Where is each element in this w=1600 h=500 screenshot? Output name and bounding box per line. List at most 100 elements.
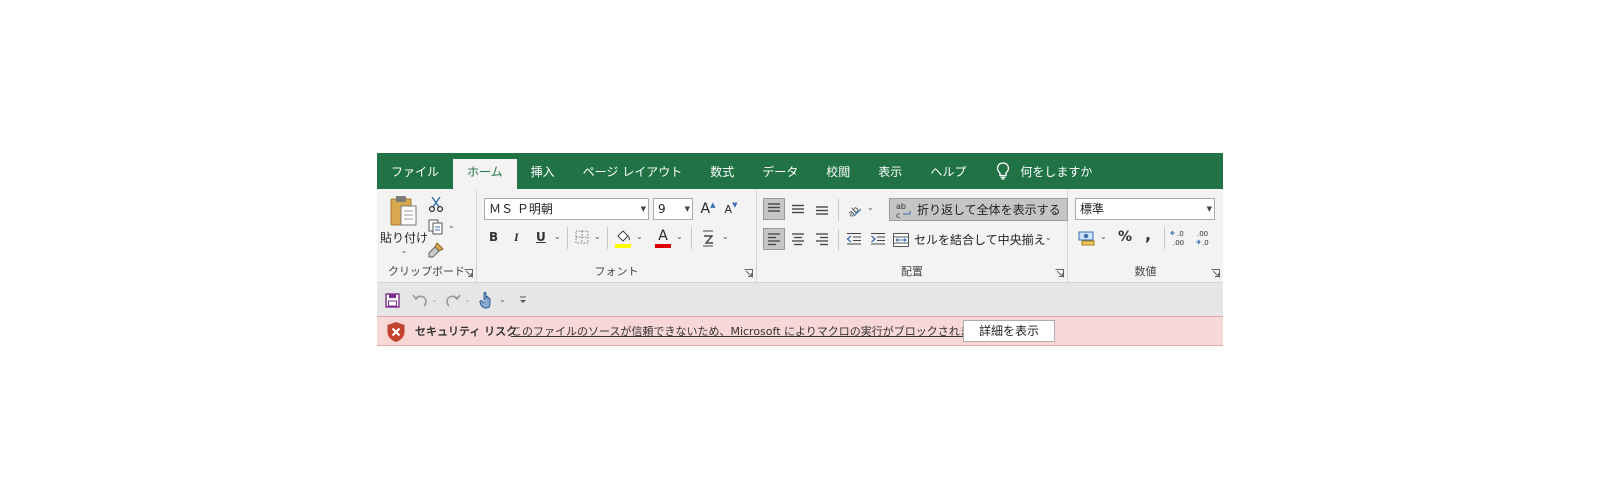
paste-button[interactable]: 貼り付け ⌄ <box>380 195 428 257</box>
accounting-dropdown-icon[interactable]: ⌄ <box>1100 232 1107 241</box>
orientation-button[interactable]: ab <box>844 198 864 220</box>
align-right-icon <box>816 233 828 246</box>
orientation-dropdown-icon[interactable]: ⌄ <box>867 203 874 212</box>
quick-access-toolbar: ⌄ ⌄ ⌄ <box>377 283 1223 316</box>
accounting-format-button[interactable] <box>1077 229 1097 247</box>
borders-button[interactable] <box>574 229 590 245</box>
redo-icon <box>446 294 461 307</box>
wrap-text-button[interactable]: ab c 折り返して全体を表示する <box>889 198 1068 221</box>
format-painter-button[interactable] <box>427 241 445 259</box>
customize-toolbar-icon <box>520 296 526 303</box>
phonetic-guide-button[interactable] <box>699 228 717 248</box>
tab-view[interactable]: 表示 <box>864 153 916 189</box>
number-dialog-launcher-icon[interactable] <box>1211 269 1220 278</box>
touch-mouse-mode-button[interactable] <box>477 290 495 310</box>
increase-indent-button[interactable] <box>867 228 889 250</box>
decrease-decimal-button[interactable]: .00 .0 <box>1193 227 1215 249</box>
tab-review[interactable]: 校閲 <box>812 153 864 189</box>
number-group-label: 数値 <box>1134 265 1157 278</box>
tab-home[interactable]: ホーム <box>453 159 517 189</box>
align-right-button[interactable] <box>811 228 833 250</box>
svg-text:.00: .00 <box>1197 230 1208 238</box>
ribbon: 貼り付け ⌄ ⌄ クリップボード ＭＳ Ｐ明朝 ▼ 9 ▼ A ▲ A ▼ B … <box>377 189 1223 283</box>
tab-page-layout[interactable]: ページ レイアウト <box>569 153 697 189</box>
touch-hand-icon <box>479 291 491 309</box>
font-size-value: 9 <box>658 202 666 216</box>
align-bottom-button[interactable] <box>811 198 833 220</box>
alignment-dialog-launcher-icon[interactable] <box>1055 269 1064 278</box>
increase-font-size-button[interactable]: A ▲ <box>697 200 719 218</box>
decrease-font-size-button[interactable]: A ▼ <box>720 200 742 218</box>
svg-text:.0: .0 <box>1177 230 1184 238</box>
comma-style-button[interactable]: , <box>1145 225 1151 244</box>
tab-insert[interactable]: 挿入 <box>517 153 569 189</box>
excel-window: ファイル ホーム 挿入 ページ レイアウト 数式 データ 校閲 表示 ヘルプ 何… <box>377 153 1223 346</box>
tab-data[interactable]: データ <box>748 153 812 189</box>
clipboard-group: 貼り付け ⌄ ⌄ クリップボード <box>377 189 477 282</box>
tell-me-search[interactable]: 何をしますか <box>980 153 1106 189</box>
separator <box>567 227 568 249</box>
increase-font-size-glyph: A <box>700 201 711 217</box>
font-name-combo[interactable]: ＭＳ Ｐ明朝 ▼ <box>484 198 649 220</box>
customize-qat-button[interactable] <box>517 292 529 308</box>
font-name-value: ＭＳ Ｐ明朝 <box>489 202 553 216</box>
increase-decimal-button[interactable]: .0 .00 <box>1169 227 1191 249</box>
security-warning-bar: セキュリティ リスク このファイルのソースが信頼できないため、Microsoft… <box>377 316 1223 346</box>
underline-dropdown-icon[interactable]: ⌄ <box>554 232 561 241</box>
align-middle-button[interactable] <box>787 198 809 220</box>
fill-color-dropdown-icon[interactable]: ⌄ <box>636 232 643 241</box>
align-left-icon <box>768 233 780 246</box>
clipboard-dialog-launcher-icon[interactable] <box>464 269 473 278</box>
save-button[interactable] <box>383 291 401 309</box>
borders-dropdown-icon[interactable]: ⌄ <box>594 232 601 241</box>
align-top-button[interactable] <box>763 198 785 220</box>
bold-button[interactable]: B <box>489 230 498 244</box>
separator <box>838 229 839 251</box>
decrease-indent-button[interactable] <box>843 228 865 250</box>
wrap-text-icon: ab c <box>896 202 911 219</box>
copy-dropdown-icon[interactable]: ⌄ <box>448 221 455 230</box>
merge-cells-icon <box>893 232 909 247</box>
tab-file[interactable]: ファイル <box>377 153 453 189</box>
font-color-dropdown-icon[interactable]: ⌄ <box>676 232 683 241</box>
touch-mode-dropdown-icon[interactable]: ⌄ <box>499 295 506 304</box>
decrease-decimal-icon: .00 .0 <box>1196 230 1209 247</box>
borders-icon <box>575 230 589 244</box>
merge-dropdown-icon[interactable]: ⌄ <box>1045 233 1052 242</box>
align-bottom-icon <box>816 206 828 215</box>
align-left-button[interactable] <box>763 228 785 250</box>
paint-bucket-icon <box>615 230 631 248</box>
italic-button[interactable]: I <box>514 230 519 245</box>
tell-me-label: 何をしますか <box>1020 164 1093 179</box>
number-format-combo[interactable]: 標準 ▼ <box>1075 198 1215 220</box>
redo-dropdown-icon[interactable]: ⌄ <box>464 295 471 304</box>
fill-color-button[interactable] <box>614 227 632 249</box>
merge-center-button[interactable]: セルを結合して中央揃え <box>893 228 1046 251</box>
tab-help[interactable]: ヘルプ <box>916 153 980 189</box>
align-center-button[interactable] <box>787 228 809 250</box>
tab-formulas[interactable]: 数式 <box>696 153 748 189</box>
undo-button[interactable] <box>411 291 429 309</box>
decrease-indent-icon <box>846 233 861 245</box>
undo-dropdown-icon[interactable]: ⌄ <box>431 295 438 304</box>
chevron-down-icon: ▼ <box>640 205 646 213</box>
decrease-font-size-glyph: A <box>724 202 733 216</box>
separator <box>1164 227 1165 249</box>
align-center-icon <box>792 233 804 246</box>
clipboard-group-label: クリップボード <box>388 265 465 278</box>
triangle-down-icon: ▼ <box>732 201 738 209</box>
font-size-combo[interactable]: 9 ▼ <box>653 198 693 220</box>
underline-button[interactable]: U <box>536 230 546 244</box>
percent-style-button[interactable]: % <box>1118 229 1132 245</box>
phonetic-guide-dropdown-icon[interactable]: ⌄ <box>722 232 729 241</box>
font-dialog-launcher-icon[interactable] <box>744 269 753 278</box>
scissors-icon <box>428 196 444 212</box>
font-color-button[interactable]: A <box>654 227 672 249</box>
save-icon <box>384 292 400 308</box>
ribbon-tab-bar: ファイル ホーム 挿入 ページ レイアウト 数式 データ 校閲 表示 ヘルプ 何… <box>377 153 1223 189</box>
security-message-link[interactable]: このファイルのソースが信頼できないため、Microsoft によりマクロの実行が… <box>511 323 1004 339</box>
redo-button[interactable] <box>444 291 462 309</box>
cut-button[interactable] <box>427 195 445 213</box>
copy-button[interactable] <box>427 218 445 236</box>
show-details-button[interactable]: 詳細を表示 <box>963 320 1055 342</box>
